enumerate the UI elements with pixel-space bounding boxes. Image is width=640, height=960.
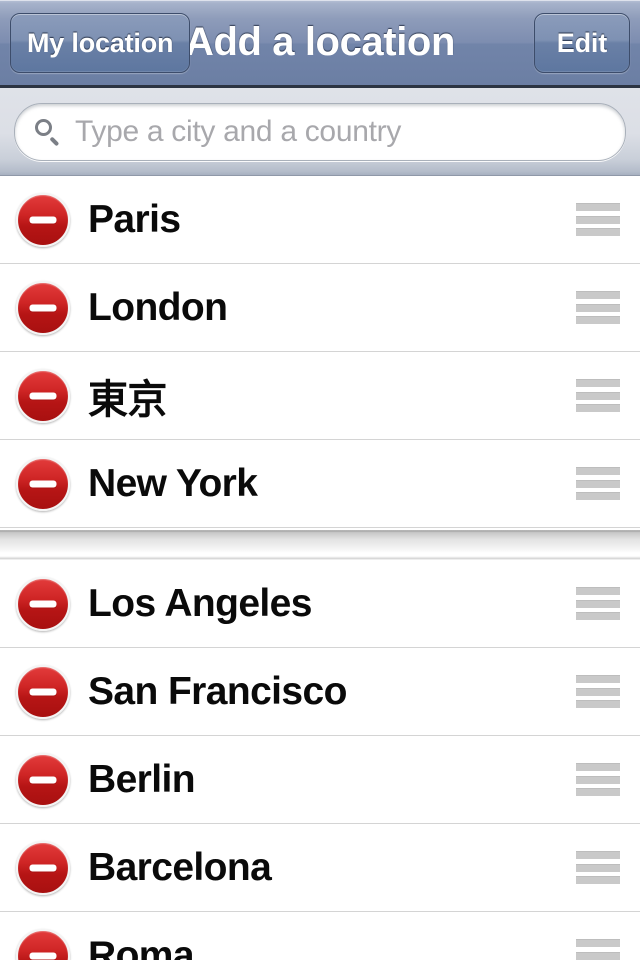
reorder-grip-icon[interactable] [576, 467, 620, 500]
list-item-label: San Francisco [88, 669, 347, 713]
table-row[interactable]: New York [0, 440, 640, 528]
list-item-label: Berlin [88, 757, 196, 801]
search-input[interactable]: Type a city and a country [14, 102, 626, 161]
minus-circle-icon[interactable] [16, 840, 70, 895]
list-item-label: Los Angeles [88, 581, 312, 625]
list-item-label: New York [88, 461, 258, 505]
list-item-label: Barcelona [88, 845, 272, 889]
reorder-grip-icon[interactable] [576, 851, 620, 884]
edit-button[interactable]: Edit [533, 12, 630, 73]
reorder-grip-icon[interactable] [576, 379, 620, 412]
reorder-grip-icon[interactable] [576, 939, 620, 960]
minus-circle-icon[interactable] [16, 664, 70, 719]
table-row[interactable]: Paris [0, 176, 640, 264]
location-list: Paris London 東京 New York Los Angeles San… [0, 176, 640, 960]
reorder-grip-icon[interactable] [576, 587, 620, 620]
list-section: Paris London 東京 New York [0, 176, 640, 528]
table-row[interactable]: Roma [0, 912, 640, 960]
search-icon [33, 117, 63, 147]
table-row[interactable]: San Francisco [0, 648, 640, 736]
minus-circle-icon[interactable] [16, 192, 70, 247]
list-item-label: 東京 [88, 376, 167, 423]
location-list-screen: My location Add a location Edit Type a c… [0, 0, 640, 960]
reorder-grip-icon[interactable] [576, 291, 620, 324]
table-row[interactable]: Barcelona [0, 824, 640, 912]
reorder-grip-icon[interactable] [576, 763, 620, 796]
section-separator [0, 528, 640, 560]
minus-circle-icon[interactable] [16, 928, 70, 960]
list-item-label: Roma [88, 933, 195, 960]
minus-circle-icon[interactable] [16, 456, 70, 511]
minus-circle-icon[interactable] [16, 368, 70, 423]
reorder-grip-icon[interactable] [576, 675, 620, 708]
list-item-label: London [88, 285, 228, 329]
table-row[interactable]: Berlin [0, 736, 640, 824]
navigation-bar: My location Add a location Edit [0, 0, 640, 88]
my-location-back-button[interactable]: My location [10, 12, 191, 73]
search-placeholder: Type a city and a country [75, 114, 402, 148]
minus-circle-icon[interactable] [16, 752, 70, 807]
list-item-label: Paris [88, 197, 181, 241]
list-section: Los Angeles San Francisco Berlin Barcelo… [0, 560, 640, 960]
minus-circle-icon[interactable] [16, 576, 70, 631]
minus-circle-icon[interactable] [16, 280, 70, 335]
search-bar-container: Type a city and a country [0, 88, 640, 176]
table-row[interactable]: Los Angeles [0, 560, 640, 648]
reorder-grip-icon[interactable] [576, 203, 620, 236]
table-row[interactable]: 東京 [0, 352, 640, 440]
table-row[interactable]: London [0, 264, 640, 352]
